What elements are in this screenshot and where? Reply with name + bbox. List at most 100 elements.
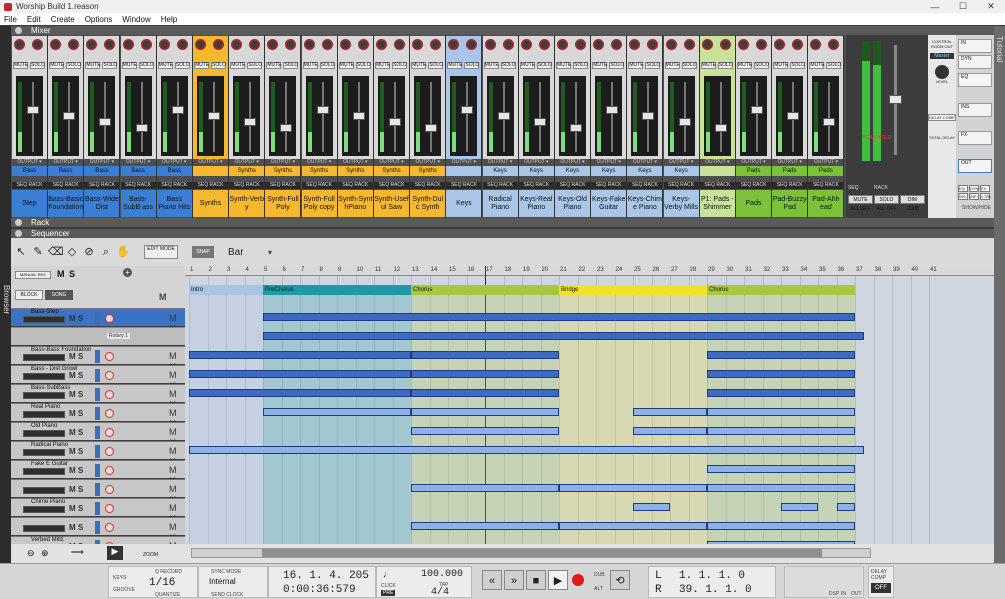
mute-button[interactable]: MUTE	[737, 62, 752, 69]
channel-name[interactable]: Synth-Usef ul Saw	[374, 190, 409, 217]
bus-label[interactable]: Bass	[120, 166, 156, 176]
track-name[interactable]: Verbed Millz	[31, 537, 64, 543]
note-clip[interactable]	[189, 446, 865, 454]
channel-name[interactable]: Keys-Fake Guitar	[591, 190, 627, 217]
rack-button[interactable]: RACK	[210, 182, 224, 188]
note-clip[interactable]	[411, 351, 559, 359]
pan-knob[interactable]	[611, 39, 623, 50]
song-section[interactable]: Chorus	[411, 285, 559, 295]
block-button[interactable]: BLOCK	[15, 290, 43, 300]
bus-label[interactable]: Keys	[482, 166, 518, 176]
bus-label[interactable]	[193, 166, 228, 176]
solo-all-button[interactable]: SOLO ALL OFF	[874, 195, 899, 212]
channel-fader[interactable]	[171, 106, 184, 114]
song-position[interactable]: 16. 1. 4. 205	[283, 570, 369, 582]
channel-fader[interactable]	[425, 124, 438, 132]
rack-button[interactable]: RACK	[825, 182, 839, 188]
mute-button[interactable]: MUTE	[49, 62, 64, 69]
note-clip[interactable]	[411, 408, 559, 416]
note-clip[interactable]	[707, 522, 855, 530]
mute-button[interactable]: MUTE	[447, 62, 463, 69]
seq-button[interactable]: SEQ	[451, 182, 462, 188]
track-solo[interactable]: S	[78, 466, 83, 475]
pan-knob[interactable]	[285, 39, 297, 50]
seq-button[interactable]: SEQ	[487, 182, 498, 188]
output-label[interactable]: OUTPUT ▾	[483, 159, 518, 166]
menu-help[interactable]: Help	[161, 15, 177, 24]
track-row[interactable]: Fake E GuitarM SM ✕	[11, 460, 185, 485]
width-knob[interactable]	[448, 39, 460, 50]
snap-button[interactable]: SNAP	[192, 246, 214, 258]
width-knob[interactable]	[158, 39, 170, 50]
seq-button[interactable]: SEQ	[198, 182, 209, 188]
track-mute[interactable]: M	[69, 314, 76, 323]
note-clip[interactable]	[707, 351, 855, 359]
collapse-icon[interactable]	[15, 27, 22, 34]
track-row[interactable]: Bass-SubBassM SM ✕	[11, 384, 185, 409]
bus-label[interactable]: Pads	[736, 166, 771, 176]
channel-name[interactable]: Step	[12, 190, 47, 217]
channel-fader[interactable]	[389, 118, 401, 126]
seq-button[interactable]: SEQ	[596, 182, 607, 188]
channel-fader[interactable]	[99, 118, 112, 126]
rack-button[interactable]: RACK	[391, 182, 405, 188]
seq-button[interactable]: SEQ	[379, 182, 390, 188]
fx-in[interactable]: IN	[958, 39, 992, 53]
track-solo[interactable]: S	[78, 485, 83, 494]
width-knob[interactable]	[520, 39, 532, 50]
output-label[interactable]: OUTPUT ▾	[736, 159, 771, 166]
channel-name[interactable]: Synth-Verb y	[229, 190, 265, 217]
maximize-button[interactable]: ☐	[949, 1, 977, 12]
channel-name[interactable]: Synths	[193, 190, 228, 217]
solo-button[interactable]: SOLO	[645, 62, 661, 69]
header-solo[interactable]: S	[69, 269, 75, 279]
channel-name[interactable]: Bass-Basic Foundation	[48, 190, 84, 217]
fx-eq[interactable]: EQ	[958, 73, 992, 87]
solo-button[interactable]: SOLO	[174, 62, 190, 69]
channel-name[interactable]: Synth-Full Poly	[265, 190, 301, 217]
mute-button[interactable]: MUTE	[628, 62, 644, 69]
bus-label[interactable]: Synths	[337, 166, 373, 176]
track-name[interactable]: Bass-Step	[31, 309, 59, 315]
seq-button[interactable]: SEQ	[306, 182, 317, 188]
solo-button[interactable]: SOLO	[609, 62, 625, 69]
solo-button[interactable]: SOLO	[66, 62, 82, 69]
tutorial-tab[interactable]: Tutorial	[994, 26, 1005, 564]
pan-knob[interactable]	[719, 39, 731, 50]
chevron-down-icon[interactable]: ▾	[268, 248, 272, 257]
track-solo[interactable]: S	[78, 504, 83, 513]
mute-button[interactable]: MUTE	[266, 62, 282, 69]
bus-label[interactable]: Pads	[808, 166, 844, 176]
show-fx-button[interactable]: FX	[980, 185, 990, 192]
note-clip[interactable]	[707, 465, 855, 473]
razor-tool-icon[interactable]: ◇	[65, 245, 79, 259]
solo-button[interactable]: SOLO	[138, 62, 154, 69]
track-mute-solo[interactable]: M S	[69, 504, 83, 513]
track-name[interactable]: Radical Piano	[31, 442, 68, 448]
pan-knob[interactable]	[104, 39, 116, 50]
track-mute[interactable]: M	[69, 409, 76, 418]
channel-fader[interactable]	[714, 124, 727, 132]
quantize-value[interactable]: 1/16	[149, 577, 175, 589]
track-solo[interactable]: S	[78, 371, 83, 380]
pan-knob[interactable]	[575, 39, 586, 50]
bus-label[interactable]: Synths	[374, 166, 409, 176]
width-knob[interactable]	[86, 39, 98, 50]
channel-name[interactable]: Radical Piano	[482, 190, 518, 217]
note-clip[interactable]	[263, 313, 855, 321]
pan-knob[interactable]	[32, 39, 43, 50]
bus-label[interactable]	[699, 166, 735, 176]
channel-name[interactable]: Bass-SubB ass	[120, 190, 156, 217]
track-row[interactable]: M SM ✕	[11, 479, 185, 504]
fx-dyn[interactable]: DYN	[958, 55, 992, 69]
solo-button[interactable]: SOLO	[573, 62, 588, 69]
record-enable-button[interactable]	[105, 504, 114, 513]
mute-button[interactable]: MUTE	[230, 62, 245, 69]
channel-name[interactable]: Bass-Wide Dist	[84, 190, 120, 217]
mute-button[interactable]: MUTE	[664, 62, 680, 69]
width-knob[interactable]	[701, 39, 713, 50]
channel-fader[interactable]	[316, 106, 329, 114]
pan-knob[interactable]	[176, 39, 188, 50]
pan-knob[interactable]	[140, 39, 152, 50]
output-label[interactable]: OUTPUT ▾	[664, 159, 699, 166]
